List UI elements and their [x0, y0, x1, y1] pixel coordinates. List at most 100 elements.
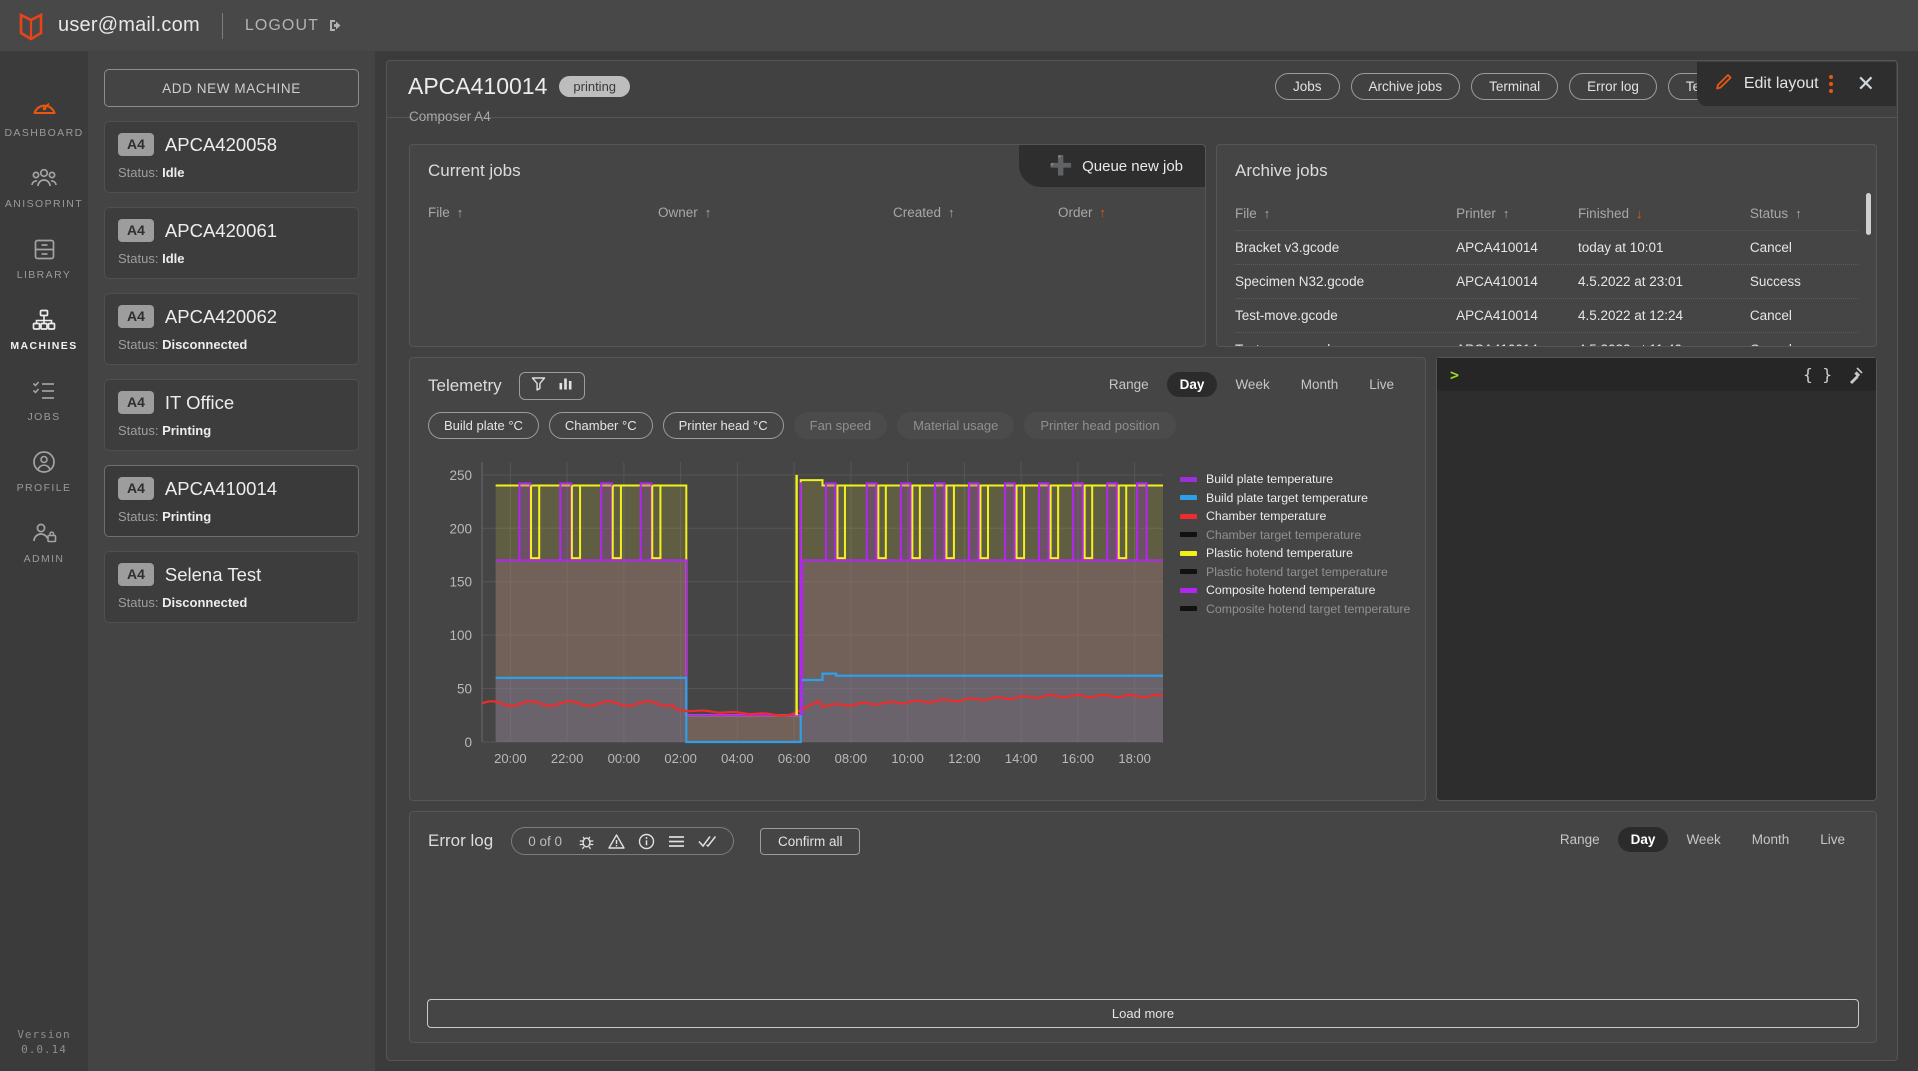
close-icon[interactable]: ✕	[1843, 73, 1887, 95]
telemetry-range-week[interactable]: Week	[1222, 372, 1282, 397]
legend-item[interactable]: Plastic hotend target temperature	[1180, 563, 1410, 582]
add-new-machine-button[interactable]: ADD NEW MACHINE	[104, 69, 359, 107]
logout-button[interactable]: LOGOUT	[245, 17, 344, 35]
telemetry-range-month[interactable]: Month	[1288, 372, 1352, 397]
cell-status: Cancel	[1750, 342, 1858, 346]
table-row[interactable]: Specimen N32.gcode APCA410014 4.5.2022 at …	[1235, 265, 1858, 299]
telemetry-range-day[interactable]: Day	[1166, 372, 1218, 397]
warning-triangle-icon[interactable]	[608, 833, 625, 850]
legend-item[interactable]: Build plate target temperature	[1180, 489, 1410, 508]
kebab-menu-icon[interactable]	[1828, 75, 1833, 93]
table-row[interactable]: Bracket v3.gcode APCA410014 today at 10:01…	[1235, 231, 1858, 265]
metric-chip[interactable]: Chamber °C	[548, 412, 653, 439]
error-range-week[interactable]: Week	[1673, 827, 1733, 852]
cell-file: Bracket v3.gcode	[1235, 240, 1340, 255]
curly-braces-icon[interactable]: { }	[1803, 365, 1832, 384]
metric-chip[interactable]: Material usage	[897, 412, 1015, 439]
sidebar-item-library[interactable]: LIBRARY	[0, 223, 88, 294]
table-row[interactable]: Test-move.gcodeAPCA4100144.5.2022 at 11:…	[1235, 333, 1858, 346]
legend-item[interactable]: Build plate temperature	[1180, 470, 1410, 489]
panel-tabs: Jobs Archive jobs Terminal Error log Tel…	[1275, 73, 1763, 100]
column-header-owner[interactable]: Owner ↑	[658, 205, 893, 220]
column-header-order[interactable]: Order ↑	[1058, 205, 1106, 220]
confirm-all-button[interactable]: Confirm all	[759, 827, 861, 855]
error-range-live[interactable]: Live	[1807, 827, 1858, 852]
edit-layout-bar: Edit layout ✕	[1696, 62, 1896, 106]
sidebar-item-jobs[interactable]: JOBS	[0, 365, 88, 436]
telemetry-view-toggle[interactable]	[518, 372, 585, 400]
error-range-day[interactable]: Day	[1617, 827, 1669, 852]
sort-arrow-icon: ↓	[1635, 206, 1643, 221]
tab-error-log[interactable]: Error log	[1569, 73, 1657, 100]
legend-label: Chamber target temperature	[1206, 527, 1362, 542]
legend-item[interactable]: Chamber temperature	[1180, 507, 1410, 526]
tab-archive-jobs[interactable]: Archive jobs	[1350, 73, 1461, 100]
machine-card[interactable]: A4 IT Office Status: Printing	[104, 379, 359, 451]
user-lock-icon	[31, 520, 57, 546]
machine-card-name: Selena Test	[164, 563, 262, 585]
table-row[interactable]: Test-move.gcode APCA410014 4.5.2022 at 12:…	[1235, 299, 1858, 333]
legend-swatch	[1180, 587, 1197, 593]
column-label: Finished	[1577, 206, 1629, 221]
tab-jobs[interactable]: Jobs	[1275, 73, 1340, 100]
column-header-printer[interactable]: Printer ↑	[1456, 206, 1578, 221]
machine-type-badge: A4	[118, 133, 154, 156]
metric-chip[interactable]: Fan speed	[793, 412, 888, 439]
tab-terminal[interactable]: Terminal	[1471, 73, 1559, 100]
bug-icon[interactable]	[578, 833, 595, 850]
column-header-created[interactable]: Created ↑	[893, 205, 1058, 220]
sidebar-item-profile[interactable]: PROFILE	[0, 436, 88, 507]
bar-chart-icon[interactable]	[558, 376, 573, 396]
svg-text:20:00: 20:00	[494, 751, 527, 766]
app-root: user@mail.com LOGOUT DASHBOARD ANISOPRIN…	[0, 0, 1918, 1071]
machine-card[interactable]: A4 APCA420061 Status: Idle	[104, 207, 359, 279]
dashboard-gauge-icon	[31, 94, 57, 120]
machine-detail-panel: APCA410014 printing Composer A4 Jobs Arc…	[386, 60, 1898, 1061]
terminal-card: > { }	[1436, 357, 1877, 801]
legend-item[interactable]: Composite hotend temperature	[1180, 581, 1410, 600]
machine-card-name: APCA420061	[164, 219, 278, 241]
sort-arrow-icon: ↑	[1795, 206, 1802, 221]
sidebar-item-label: PROFILE	[16, 482, 72, 494]
double-check-icon[interactable]	[698, 835, 717, 848]
machine-cards-container: A4 APCA420058 Status: Idle A4 APCA420061 Stat…	[104, 121, 359, 623]
metric-chip[interactable]: Printer head position	[1024, 412, 1176, 439]
edit-layout-label[interactable]: Edit layout	[1744, 75, 1819, 93]
broom-clear-icon[interactable]	[1846, 366, 1864, 384]
column-header-file[interactable]: File ↑	[1235, 206, 1456, 221]
error-range-month[interactable]: Month	[1739, 827, 1803, 852]
metric-chip[interactable]: Printer head °C	[662, 412, 784, 439]
legend-item[interactable]: Plastic hotend temperature	[1180, 544, 1410, 563]
sidebar-item-anisoprint[interactable]: ANISOPRINT	[0, 152, 88, 223]
machine-type-badge: A4	[118, 219, 154, 242]
sidebar-item-admin[interactable]: ADMIN	[0, 507, 88, 578]
machine-card[interactable]: A4 Selena Test Status: Disconnected	[104, 551, 359, 623]
column-header-status[interactable]: Status ↑	[1750, 206, 1858, 221]
archive-scrollbar[interactable]	[1866, 193, 1871, 235]
info-circle-icon[interactable]	[638, 833, 655, 850]
terminal-output[interactable]	[1437, 391, 1876, 799]
archive-jobs-card: Archive jobs File ↑ Printer ↑ Finished ↓ St…	[1216, 144, 1877, 347]
pencil-icon[interactable]	[1715, 72, 1734, 96]
machine-card-status: Status: Printing	[118, 509, 212, 524]
metric-chip[interactable]: Build plate °C	[428, 412, 539, 439]
column-header-file[interactable]: File ↑	[428, 205, 658, 220]
queue-new-job-button[interactable]: ➕ Queue new job	[1019, 145, 1205, 187]
sidebar-item-dashboard[interactable]: DASHBOARD	[0, 81, 88, 152]
legend-swatch	[1180, 550, 1197, 556]
machine-card[interactable]: A4 APCA410014 Status: Printing	[104, 465, 359, 537]
sidebar-item-machines[interactable]: MACHINES	[0, 294, 88, 365]
current-jobs-title: Current jobs	[428, 161, 521, 180]
machine-card[interactable]: A4 APCA420058 Status: Idle	[104, 121, 359, 193]
legend-item[interactable]: Composite hotend target temperature	[1180, 600, 1410, 619]
load-more-button[interactable]: Load more	[427, 999, 1859, 1028]
funnel-filter-icon[interactable]	[531, 376, 546, 396]
telemetry-range-live[interactable]: Live	[1356, 372, 1407, 397]
column-label: Created	[893, 205, 942, 220]
sidebar-item-label: ADMIN	[23, 553, 65, 565]
list-lines-icon[interactable]	[668, 835, 685, 848]
legend-item[interactable]: Chamber target temperature	[1180, 526, 1410, 545]
machine-card[interactable]: A4 APCA420062 Status: Disconnected	[104, 293, 359, 365]
column-header-finished[interactable]: Finished ↓	[1578, 206, 1750, 221]
svg-text:22:00: 22:00	[551, 751, 584, 766]
